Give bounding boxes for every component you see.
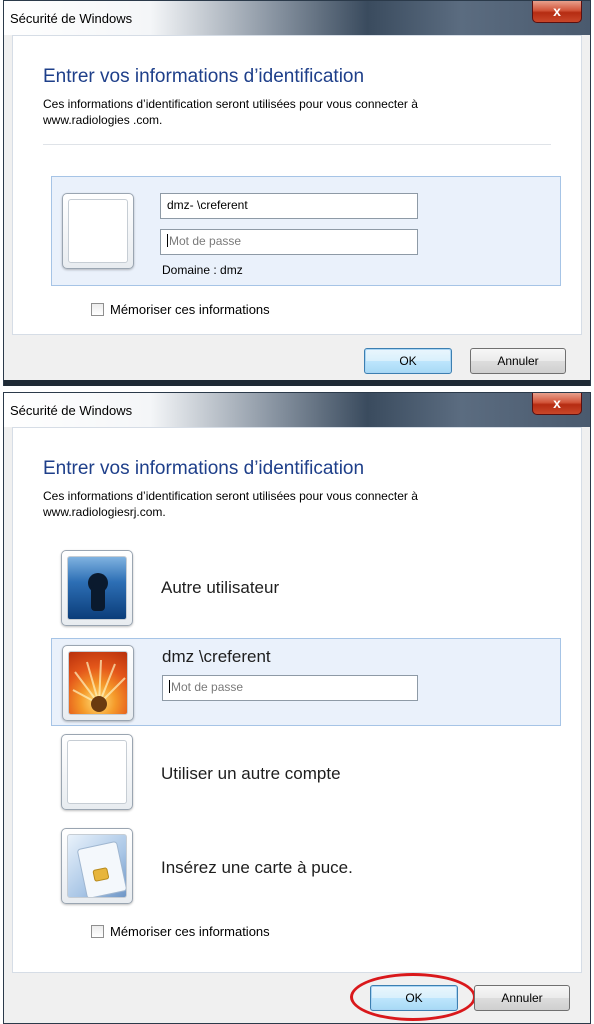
smartcard-label: Insérez une carte à puce. <box>161 858 353 877</box>
cancel-button[interactable]: Annuler <box>474 985 570 1011</box>
title-bar: Sécurité de Windows x <box>4 393 590 427</box>
flower-user-icon <box>68 651 128 715</box>
password-placeholder: Mot de passe <box>171 680 244 694</box>
credentials-dialog-2: Sécurité de Windows x Entrer vos informa… <box>3 392 591 1024</box>
text-caret <box>169 680 170 693</box>
other-user-label: Autre utilisateur <box>161 578 280 597</box>
other-account-label: Utiliser un autre compte <box>161 764 341 783</box>
description-line-1: Ces informations d’identification seront… <box>43 97 418 111</box>
ok-button[interactable]: OK <box>364 348 452 374</box>
remember-checkbox[interactable] <box>91 925 104 938</box>
blank-user-icon <box>68 199 128 263</box>
domain-label: Domaine : dmz <box>162 263 243 277</box>
content-panel: Entrer vos informations d’identification… <box>12 427 582 973</box>
other-user-avatar <box>61 550 133 626</box>
cancel-button[interactable]: Annuler <box>470 348 566 374</box>
remember-label: Mémoriser ces informations <box>110 924 270 939</box>
password-placeholder: Mot de passe <box>169 234 242 248</box>
account-avatar <box>62 645 134 721</box>
dialog-description: Ces informations d’identification seront… <box>43 96 543 128</box>
credential-tile-selected[interactable]: dmz- \creferent Mot de passe Domaine : d… <box>51 176 561 286</box>
password-input[interactable]: Mot de passe <box>162 675 418 701</box>
description-line-2: www.radiologiesrj.com. <box>43 505 166 519</box>
smartcard-icon <box>67 834 127 898</box>
separator <box>43 144 551 145</box>
dialog-heading: Entrer vos informations d’identification <box>43 458 365 479</box>
keyhole-icon <box>88 573 108 611</box>
close-icon: x <box>553 3 561 19</box>
tile-smartcard[interactable]: Insérez une carte à puce. <box>51 824 561 916</box>
remember-checkbox[interactable] <box>91 303 104 316</box>
dialog-heading: Entrer vos informations d’identification <box>43 66 365 87</box>
remember-row[interactable]: Mémoriser ces informations <box>91 924 270 939</box>
close-button[interactable]: x <box>532 393 582 415</box>
dialog-description: Ces informations d’identification seront… <box>43 488 543 520</box>
password-input[interactable]: Mot de passe <box>160 229 418 255</box>
chip-icon <box>77 841 126 897</box>
description-line-1: Ces informations d’identification seront… <box>43 489 418 503</box>
flower-icon <box>72 659 126 712</box>
username-input[interactable]: dmz- \creferent <box>160 193 418 219</box>
account-name: dmz \creferent <box>162 647 271 666</box>
remember-label: Mémoriser ces informations <box>110 302 270 317</box>
close-button[interactable]: x <box>532 1 582 23</box>
other-account-avatar <box>61 734 133 810</box>
window-title: Sécurité de Windows <box>10 403 133 418</box>
user-avatar <box>62 193 134 269</box>
credentials-dialog-1: Sécurité de Windows x Entrer vos informa… <box>3 0 591 386</box>
tile-other-user[interactable]: Autre utilisateur <box>51 544 561 636</box>
tile-other-account[interactable]: Utiliser un autre compte <box>51 728 561 820</box>
text-caret <box>167 234 168 247</box>
description-line-2: www.radiologies .com. <box>43 113 163 127</box>
content-panel: Entrer vos informations d’identification… <box>12 35 582 335</box>
remember-row[interactable]: Mémoriser ces informations <box>91 302 270 317</box>
tile-account-selected[interactable]: dmz \creferent Mot de passe <box>51 638 561 726</box>
smartcard-avatar <box>61 828 133 904</box>
title-bar: Sécurité de Windows x <box>4 1 590 35</box>
window-title: Sécurité de Windows <box>10 11 133 26</box>
window-bottom-border <box>4 380 590 386</box>
keyhole-user-icon <box>67 556 127 620</box>
highlight-circle <box>350 973 476 1021</box>
blank-user-icon <box>67 740 127 804</box>
close-icon: x <box>553 395 561 411</box>
